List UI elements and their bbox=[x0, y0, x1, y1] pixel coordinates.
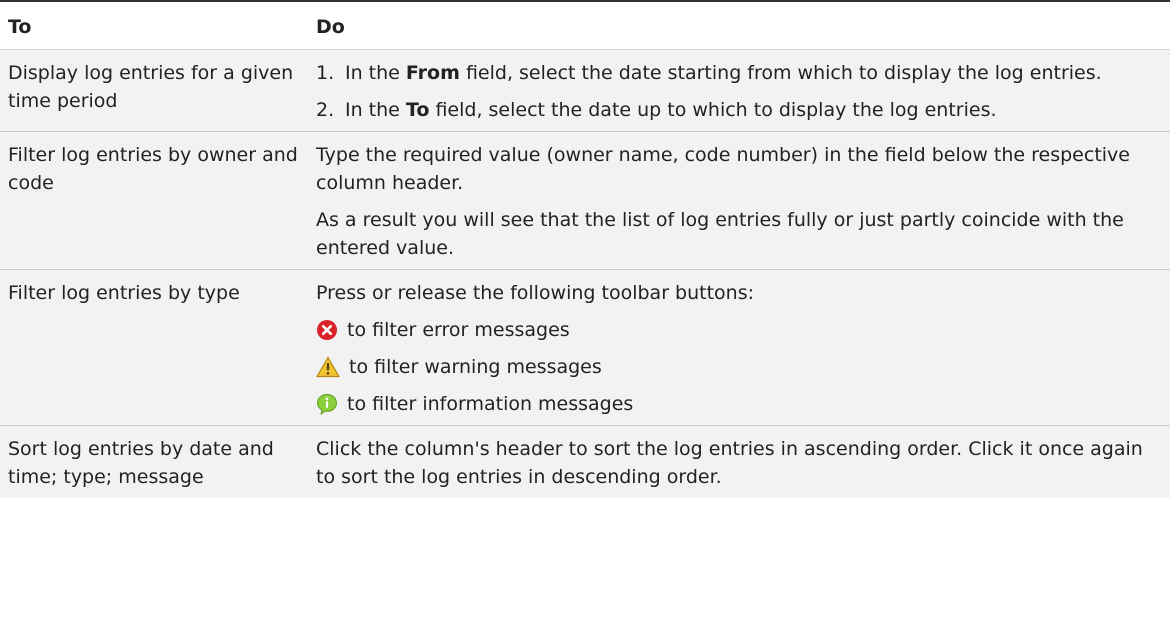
error-filter-line: to filter error messages bbox=[316, 316, 1150, 344]
step-item: 2. In the To field, select the date up t… bbox=[316, 96, 1150, 124]
step-number: 1. bbox=[316, 62, 335, 84]
error-filter-text: to filter error messages bbox=[347, 319, 570, 341]
info-filter-line: to filter information messages bbox=[316, 390, 1150, 418]
steps-list: 1. In the From field, select the date st… bbox=[316, 59, 1150, 124]
row-to-type: Filter log entries by type bbox=[0, 269, 308, 426]
warning-filter-line: to filter warning messages bbox=[316, 353, 1150, 381]
paragraph: Click the column's header to sort the lo… bbox=[316, 438, 1143, 488]
paragraph: Type the required value (owner name, cod… bbox=[316, 144, 1130, 194]
log-help-table: To Do Display log entries for a given ti… bbox=[0, 0, 1170, 498]
step-number: 2. bbox=[316, 99, 335, 121]
table-row: Display log entries for a given time per… bbox=[0, 49, 1170, 132]
step-text-pre: In the bbox=[345, 62, 406, 84]
field-name-to: To bbox=[405, 99, 430, 121]
step-item: 1. In the From field, select the date st… bbox=[316, 59, 1150, 87]
paragraph: As a result you will see that the list o… bbox=[316, 209, 1124, 259]
warning-icon bbox=[316, 356, 340, 378]
table-row: Sort log entries by date and time; type;… bbox=[0, 425, 1170, 498]
step-text-pre: In the bbox=[345, 99, 406, 121]
table-row: Filter log entries by owner and code Typ… bbox=[0, 131, 1170, 270]
row-do-type: Press or release the following toolbar b… bbox=[308, 269, 1170, 426]
row-to-time-period: Display log entries for a given time per… bbox=[0, 49, 308, 132]
row-do-sort: Click the column's header to sort the lo… bbox=[308, 425, 1170, 498]
field-name-from: From bbox=[405, 62, 460, 84]
row-do-owner-code: Type the required value (owner name, cod… bbox=[308, 131, 1170, 270]
row-do-time-period: 1. In the From field, select the date st… bbox=[308, 49, 1170, 132]
table-header-row: To Do bbox=[0, 0, 1170, 50]
info-icon bbox=[316, 393, 338, 415]
error-icon bbox=[317, 320, 337, 340]
step-text-post: field, select the date up to which to di… bbox=[429, 99, 997, 121]
paragraph: Press or release the following toolbar b… bbox=[316, 282, 755, 304]
table-row: Filter log entries by type Press or rele… bbox=[0, 269, 1170, 426]
step-text-post: field, select the date starting from whi… bbox=[459, 62, 1102, 84]
row-to-sort: Sort log entries by date and time; type;… bbox=[0, 425, 308, 498]
info-filter-text: to filter information messages bbox=[347, 393, 634, 415]
row-to-owner-code: Filter log entries by owner and code bbox=[0, 131, 308, 270]
header-do: Do bbox=[308, 0, 1170, 50]
warning-filter-text: to filter warning messages bbox=[349, 356, 602, 378]
header-to: To bbox=[0, 0, 308, 50]
